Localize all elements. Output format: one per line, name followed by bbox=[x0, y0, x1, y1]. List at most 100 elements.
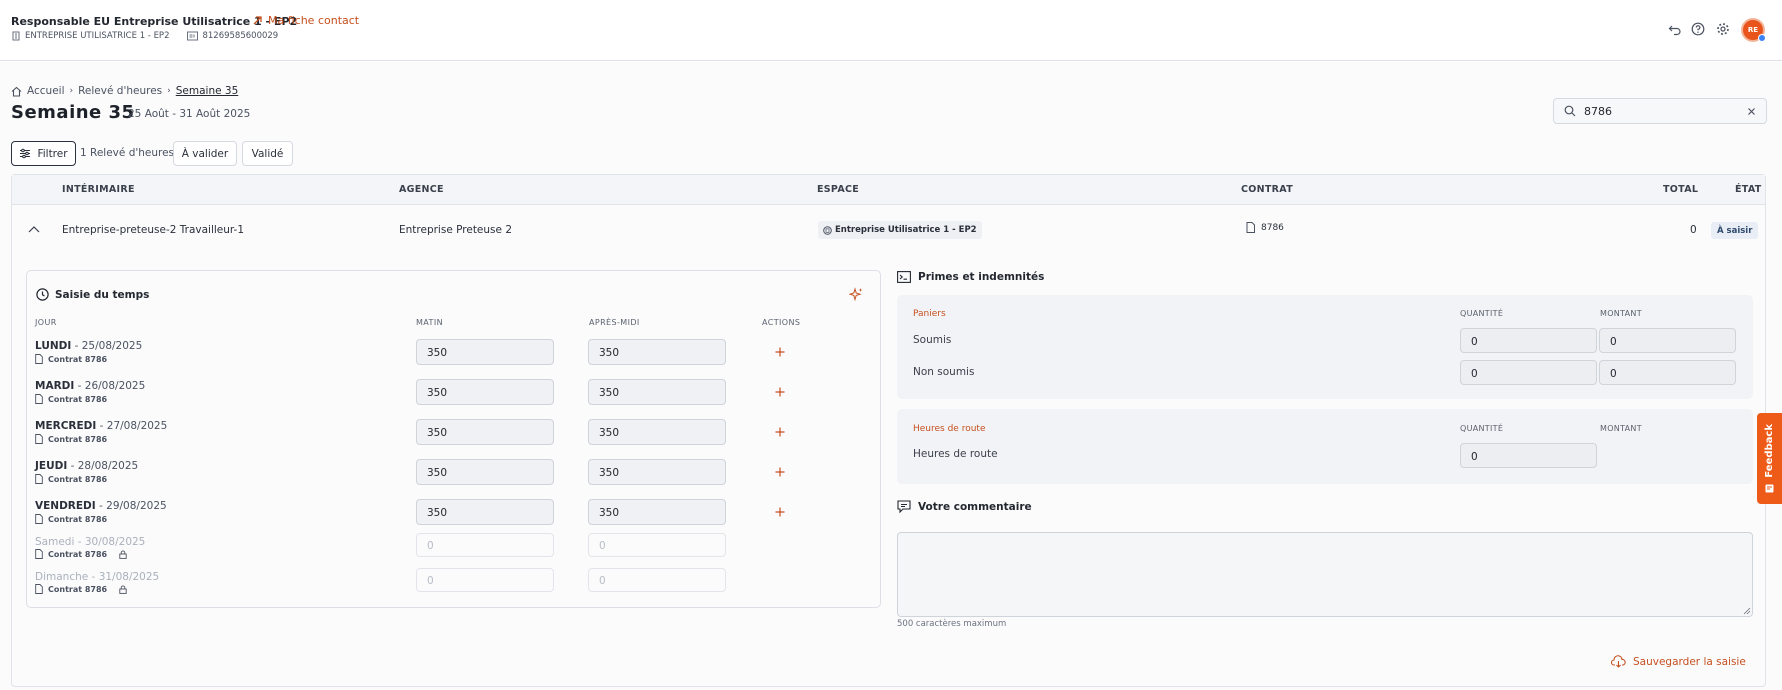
save-button-label: Sauvegarder la saisie bbox=[1633, 655, 1746, 668]
matin-input: 0 bbox=[416, 533, 554, 557]
comment-textarea[interactable] bbox=[897, 532, 1753, 617]
paniers-non-soumis-montant-input[interactable]: 0 bbox=[1599, 360, 1736, 385]
day-separator: - bbox=[71, 340, 82, 352]
document-icon bbox=[35, 474, 43, 484]
primes-title: Primes et indemnités bbox=[897, 271, 1044, 283]
day-contract-label: Contrat 8786 bbox=[48, 394, 108, 404]
day-contract: Contrat 8786 bbox=[35, 394, 107, 404]
paniers-col-quantite: QUANTITÉ bbox=[1460, 309, 1504, 318]
undo-icon[interactable] bbox=[1668, 22, 1682, 36]
feedback-icon bbox=[1765, 484, 1774, 493]
heures-route-col-montant: MONTANT bbox=[1600, 424, 1642, 433]
day-contract: Contrat 8786 bbox=[35, 474, 107, 484]
col-total[interactable]: TOTAL bbox=[1663, 184, 1698, 195]
day-date: 27/08/2025 bbox=[106, 420, 168, 432]
heures-route-row-label: Heures de route bbox=[913, 448, 998, 460]
row-total: 0 bbox=[1690, 224, 1697, 236]
matin-input[interactable]: 350 bbox=[416, 379, 554, 405]
day-label: VENDREDI - 29/08/2025 bbox=[35, 500, 167, 512]
plus-icon[interactable] bbox=[773, 505, 787, 519]
day-separator: - bbox=[67, 460, 78, 472]
resize-handle-icon[interactable] bbox=[1743, 607, 1751, 615]
save-button[interactable]: Sauvegarder la saisie bbox=[1611, 655, 1746, 668]
matin-input[interactable]: 350 bbox=[416, 419, 554, 445]
feedback-tab[interactable]: Feedback bbox=[1757, 413, 1782, 504]
cloud-download-icon bbox=[1611, 655, 1626, 668]
matin-input[interactable]: 350 bbox=[416, 459, 554, 485]
row-contrat[interactable]: 8786 bbox=[1246, 222, 1284, 233]
search-input[interactable]: 8786 bbox=[1584, 105, 1739, 118]
day-contract: Contrat 8786 bbox=[35, 354, 107, 364]
valide-button[interactable]: Validé bbox=[242, 141, 293, 166]
breadcrumb-current[interactable]: Semaine 35 bbox=[176, 85, 239, 97]
apres-midi-input[interactable]: 350 bbox=[588, 499, 726, 525]
paniers-soumis-quantite-input[interactable]: 0 bbox=[1460, 328, 1597, 353]
apres-midi-input: 0 bbox=[588, 568, 726, 592]
plus-icon[interactable] bbox=[773, 385, 787, 399]
document-icon bbox=[1246, 222, 1255, 233]
status-badge: À saisir bbox=[1711, 222, 1759, 239]
col-apres-midi: APRÈS-MIDI bbox=[589, 318, 640, 327]
col-etat[interactable]: ÉTAT bbox=[1735, 184, 1762, 195]
day-label: MARDI - 26/08/2025 bbox=[35, 380, 145, 392]
plus-icon[interactable] bbox=[773, 425, 787, 439]
search-box[interactable]: 8786 bbox=[1553, 98, 1767, 124]
chevron-right-icon: › bbox=[69, 86, 74, 96]
col-actions: ACTIONS bbox=[762, 318, 801, 327]
sliders-icon bbox=[20, 148, 31, 159]
table-header bbox=[12, 175, 1765, 205]
a-valider-button[interactable]: À valider bbox=[173, 141, 237, 166]
comment-title: Votre commentaire bbox=[897, 500, 1032, 513]
contact-link[interactable]: Ma fiche contact bbox=[252, 14, 359, 27]
day-separator: - bbox=[74, 536, 85, 548]
saisie-title: Saisie du temps bbox=[36, 288, 149, 301]
page-dates: 25 Août - 31 Août 2025 bbox=[128, 108, 251, 120]
chevron-up-icon[interactable] bbox=[28, 225, 40, 233]
col-contrat[interactable]: CONTRAT bbox=[1241, 184, 1293, 195]
matin-input[interactable]: 350 bbox=[416, 499, 554, 525]
paniers-label: Paniers bbox=[913, 309, 946, 319]
plus-icon[interactable] bbox=[773, 465, 787, 479]
day-separator: - bbox=[88, 571, 99, 583]
day-separator: - bbox=[96, 420, 107, 432]
sparkles-icon[interactable] bbox=[849, 287, 864, 302]
apres-midi-input[interactable]: 350 bbox=[588, 379, 726, 405]
col-interimaire[interactable]: INTÉRIMAIRE bbox=[62, 184, 135, 195]
gear-icon[interactable] bbox=[1716, 22, 1730, 36]
breadcrumb-home[interactable]: Accueil bbox=[27, 85, 65, 97]
help-icon[interactable] bbox=[1691, 22, 1705, 36]
day-name: MERCREDI bbox=[35, 420, 97, 432]
paniers-soumis-montant-input[interactable]: 0 bbox=[1599, 328, 1736, 353]
heures-route-label: Heures de route bbox=[913, 424, 986, 434]
col-matin: MATIN bbox=[416, 318, 443, 327]
breadcrumb-releve[interactable]: Relevé d'heures bbox=[78, 85, 162, 97]
filter-button[interactable]: Filtrer bbox=[11, 141, 76, 166]
avatar-initials: RE bbox=[1747, 26, 1759, 34]
plus-icon[interactable] bbox=[773, 345, 787, 359]
heures-route-col-quantite: QUANTITÉ bbox=[1460, 424, 1504, 433]
apres-midi-input[interactable]: 350 bbox=[588, 339, 726, 365]
day-label: JEUDI - 28/08/2025 bbox=[35, 460, 138, 472]
apres-midi-input[interactable]: 350 bbox=[588, 459, 726, 485]
filter-button-label: Filtrer bbox=[37, 147, 68, 160]
document-icon bbox=[35, 434, 43, 444]
close-icon[interactable] bbox=[1747, 107, 1756, 116]
day-contract-label: Contrat 8786 bbox=[48, 514, 108, 524]
document-icon bbox=[35, 549, 43, 559]
paniers-non-soumis-label: Non soumis bbox=[913, 366, 975, 378]
col-jour: JOUR bbox=[35, 318, 57, 327]
apres-midi-input[interactable]: 350 bbox=[588, 419, 726, 445]
chevron-right-icon: › bbox=[167, 86, 171, 96]
col-espace[interactable]: ESPACE bbox=[817, 184, 859, 195]
col-agence[interactable]: AGENCE bbox=[399, 184, 444, 195]
day-date: 25/08/2025 bbox=[81, 340, 143, 352]
day-separator: - bbox=[74, 380, 85, 392]
paniers-non-soumis-quantite-input[interactable]: 0 bbox=[1460, 360, 1597, 385]
avatar-status-dot bbox=[1758, 34, 1766, 42]
matin-input[interactable]: 350 bbox=[416, 339, 554, 365]
home-icon[interactable] bbox=[11, 86, 22, 97]
row-agence: Entreprise Preteuse 2 bbox=[399, 224, 512, 236]
document-icon bbox=[35, 514, 43, 524]
company-name: ENTREPRISE UTILISATRICE 1 - EP2 bbox=[25, 31, 170, 41]
heures-route-quantite-input[interactable]: 0 bbox=[1460, 443, 1597, 468]
